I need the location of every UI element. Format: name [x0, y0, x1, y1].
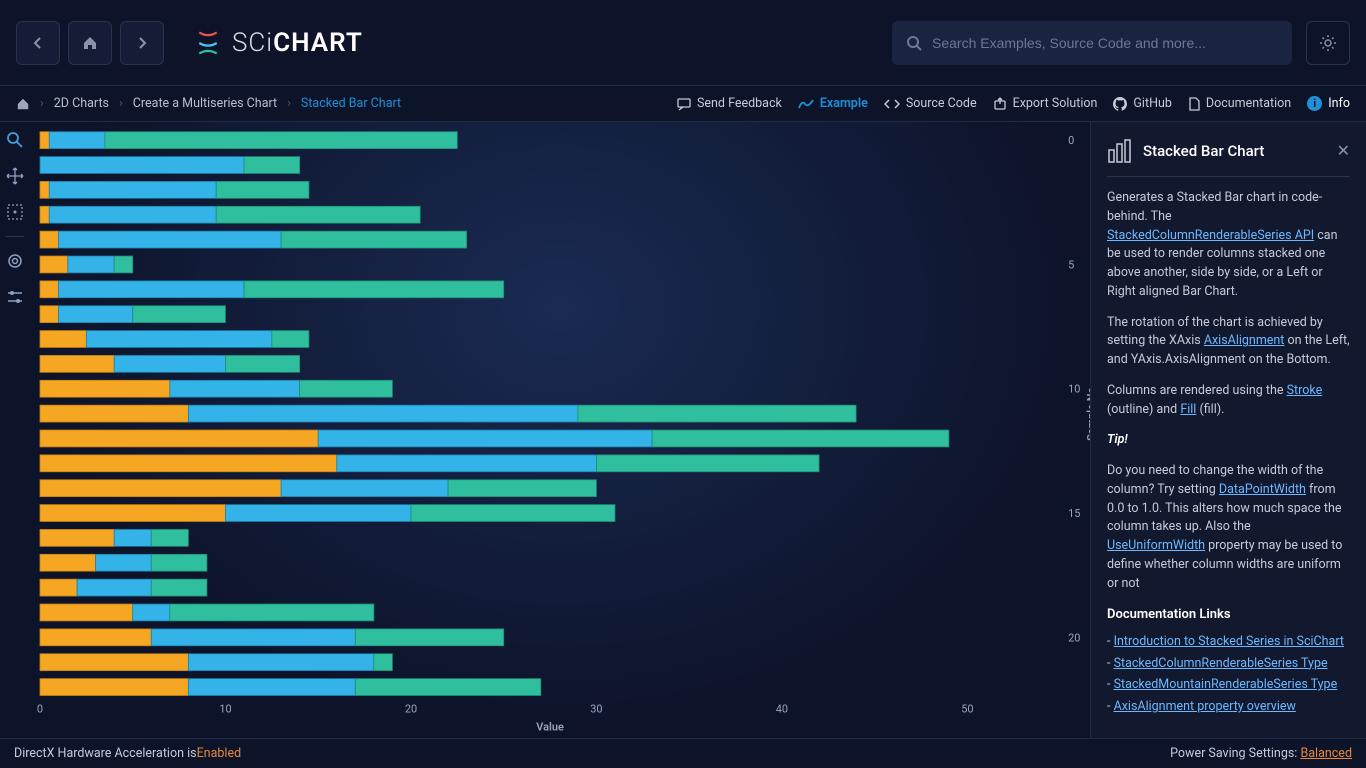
logo-icon	[194, 29, 222, 57]
gear-icon	[1319, 34, 1337, 52]
search-box[interactable]	[892, 21, 1292, 65]
settings-button[interactable]	[1306, 21, 1350, 65]
info-title: Stacked Bar Chart	[1143, 140, 1327, 163]
svg-text:Value: Value	[536, 720, 564, 733]
doc-link[interactable]: StackedColumnRenderableSeries Type	[1114, 656, 1328, 671]
svg-text:5: 5	[1068, 258, 1074, 271]
chart-icon	[798, 98, 814, 110]
options-tool[interactable]	[3, 285, 27, 309]
search-icon	[906, 35, 922, 51]
axis-alignment-link[interactable]: AxisAlignment	[1204, 333, 1285, 348]
svg-text:15: 15	[1068, 507, 1080, 520]
stacked-bar-chart: 0 10 20 30 40 50 Value 0 5 10 15 20 Sample No	[36, 128, 1090, 738]
svg-text:40: 40	[776, 702, 788, 715]
doc-link[interactable]: StackedMountainRenderableSeries Type	[1114, 677, 1338, 692]
stroke-link[interactable]: Stroke	[1287, 383, 1323, 398]
nav-buttons	[16, 21, 164, 65]
top-bar: SCiCHART	[0, 0, 1366, 86]
github-button[interactable]: GitHub	[1113, 96, 1171, 111]
close-icon[interactable]: ✕	[1337, 139, 1350, 163]
api-link[interactable]: StackedColumnRenderableSeries API	[1107, 228, 1314, 243]
breadcrumb-current: Stacked Bar Chart	[301, 96, 401, 111]
svg-text:20: 20	[1068, 631, 1080, 644]
info-panel: Stacked Bar Chart ✕ Generates a Stacked …	[1090, 122, 1366, 738]
document-icon	[1188, 97, 1200, 111]
svg-text:0: 0	[37, 702, 43, 715]
svg-text:Sample No: Sample No	[1085, 387, 1090, 441]
bars-icon	[1107, 138, 1133, 164]
logo: SCiCHART	[194, 28, 363, 58]
export-icon	[993, 97, 1007, 111]
breadcrumb: › 2D Charts › Create a Multiseries Chart…	[16, 96, 401, 111]
home-icon[interactable]	[16, 97, 30, 111]
doc-link[interactable]: AxisAlignment property overview	[1114, 699, 1296, 714]
svg-text:20: 20	[405, 702, 417, 715]
search-input[interactable]	[932, 35, 1278, 51]
svg-text:30: 30	[590, 702, 602, 715]
action-bar: Send Feedback Example Source Code Export…	[677, 96, 1350, 111]
status-bar: DirectX Hardware Acceleration is Enabled…	[0, 738, 1366, 768]
svg-text:10: 10	[1068, 383, 1080, 396]
code-icon	[884, 98, 900, 110]
svg-text:10: 10	[219, 702, 231, 715]
use-uniform-width-link[interactable]: UseUniformWidth	[1107, 538, 1205, 553]
chart-surface[interactable]: 0 10 20 30 40 50 Value 0 5 10 15 20 Sample No	[30, 122, 1090, 738]
breadcrumb-item[interactable]: Create a Multiseries Chart	[133, 96, 277, 111]
back-button[interactable]	[16, 21, 60, 65]
github-icon	[1113, 97, 1127, 111]
info-button[interactable]: i Info	[1307, 96, 1350, 111]
documentation-button[interactable]: Documentation	[1188, 96, 1291, 111]
forward-button[interactable]	[120, 21, 164, 65]
directx-status: Enabled	[197, 746, 242, 761]
svg-text:50: 50	[961, 702, 973, 715]
breadcrumb-item[interactable]: 2D Charts	[54, 96, 109, 111]
fill-link[interactable]: Fill	[1180, 402, 1196, 417]
zoom-tool[interactable]	[3, 128, 27, 152]
pan-tool[interactable]	[3, 164, 27, 188]
doc-links: - Introduction to Stacked Series in SciC…	[1107, 633, 1350, 717]
export-solution-button[interactable]: Export Solution	[993, 96, 1098, 111]
power-saving-link[interactable]: Balanced	[1300, 746, 1352, 761]
example-tab[interactable]: Example	[798, 96, 868, 111]
info-icon: i	[1307, 96, 1322, 111]
secondary-bar: › 2D Charts › Create a Multiseries Chart…	[0, 86, 1366, 122]
data-point-width-link[interactable]: DataPointWidth	[1219, 482, 1306, 497]
source-code-tab[interactable]: Source Code	[884, 96, 977, 111]
chart-toolbar	[0, 122, 30, 738]
home-button[interactable]	[68, 21, 112, 65]
svg-text:0: 0	[1068, 134, 1074, 147]
main-area: 0 10 20 30 40 50 Value 0 5 10 15 20 Sample No Stacke…	[0, 122, 1366, 738]
feedback-icon	[677, 97, 691, 111]
send-feedback-button[interactable]: Send Feedback	[677, 96, 782, 111]
theme-tool[interactable]	[3, 249, 27, 273]
extents-tool[interactable]	[3, 200, 27, 224]
doc-link[interactable]: Introduction to Stacked Series in SciCha…	[1114, 634, 1344, 649]
